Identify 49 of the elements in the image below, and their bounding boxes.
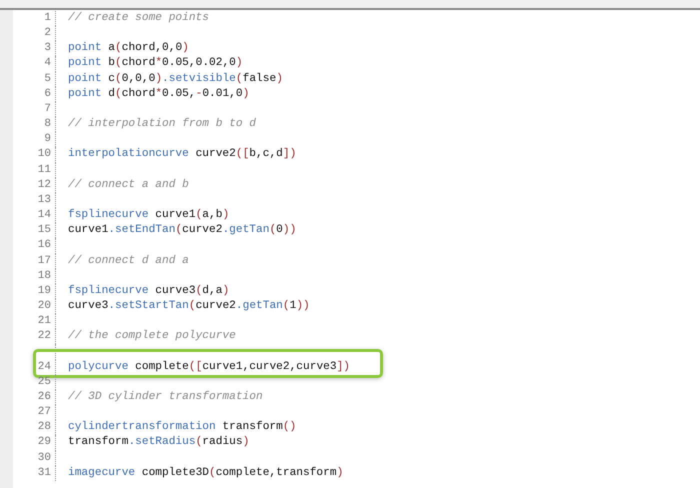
code-line: curve3.setStartTan(curve2.getTan(1)) [68, 298, 310, 314]
line-number: 12 [13, 178, 56, 193]
line-number: 15 [13, 223, 56, 238]
line-number: 30 [13, 450, 56, 466]
code-line: point d(chord*0.05,-0.01,0) [68, 86, 250, 102]
line-number: 2 [13, 26, 56, 42]
line-number: 6 [13, 86, 56, 102]
line-number: 17 [13, 254, 56, 269]
line-number: 8 [13, 117, 56, 132]
line-number: 4 [13, 56, 56, 72]
code-line: point b(chord*0.05,0.02,0) [68, 56, 243, 72]
line-number: 29 [13, 435, 56, 451]
line-number: 3 [13, 41, 56, 56]
line-number: 27 [13, 405, 56, 420]
line-number: 9 [13, 132, 56, 148]
code-line: imagecurve complete3D(complete,transform) [68, 466, 344, 481]
code-line: // connect d and a [68, 254, 189, 268]
line-number: 20 [13, 298, 56, 314]
line-number: 22 [13, 329, 56, 344]
line-number: 14 [13, 208, 56, 224]
line-number: 10 [13, 147, 56, 163]
line-number: 1 [13, 11, 56, 26]
line-number: 26 [13, 390, 56, 406]
code-line: cylindertransformation transform() [68, 420, 296, 436]
line-number: 5 [13, 72, 56, 87]
code-line: // connect a and b [68, 178, 189, 193]
code-line: fsplinecurve curve3(d,a) [68, 284, 230, 299]
code-line: polycurve complete([curve1,curve2,curve3]) [68, 360, 350, 375]
code-line: transform.setRadius(radius) [68, 435, 250, 450]
line-number: 7 [13, 102, 56, 118]
code-line: // create some points [68, 11, 209, 26]
code-line: fsplinecurve curve1(a,b) [68, 208, 230, 224]
line-number: 28 [13, 420, 56, 436]
code-line: interpolationcurve curve2([b,c,d]) [68, 147, 296, 162]
line-number: 18 [13, 268, 56, 284]
code-line: point c(0,0,0).setvisible(false) [68, 72, 283, 87]
line-number: 13 [13, 192, 56, 208]
line-number: 21 [13, 314, 56, 330]
code-line: curve1.setEndTan(curve2.getTan(0)) [68, 223, 296, 238]
code-line: point a(chord,0,0) [68, 41, 189, 56]
line-number: 16 [13, 238, 56, 254]
line-number: 31 [13, 466, 56, 481]
line-number: 24 [13, 360, 56, 375]
line-number: 11 [13, 162, 56, 178]
line-number: 25 [13, 374, 56, 390]
code-line: // 3D cylinder transformation [68, 390, 263, 405]
line-number: 19 [13, 284, 56, 299]
code-line: // the complete polycurve [68, 329, 236, 344]
code-line: // interpolation from b to d [68, 117, 256, 132]
